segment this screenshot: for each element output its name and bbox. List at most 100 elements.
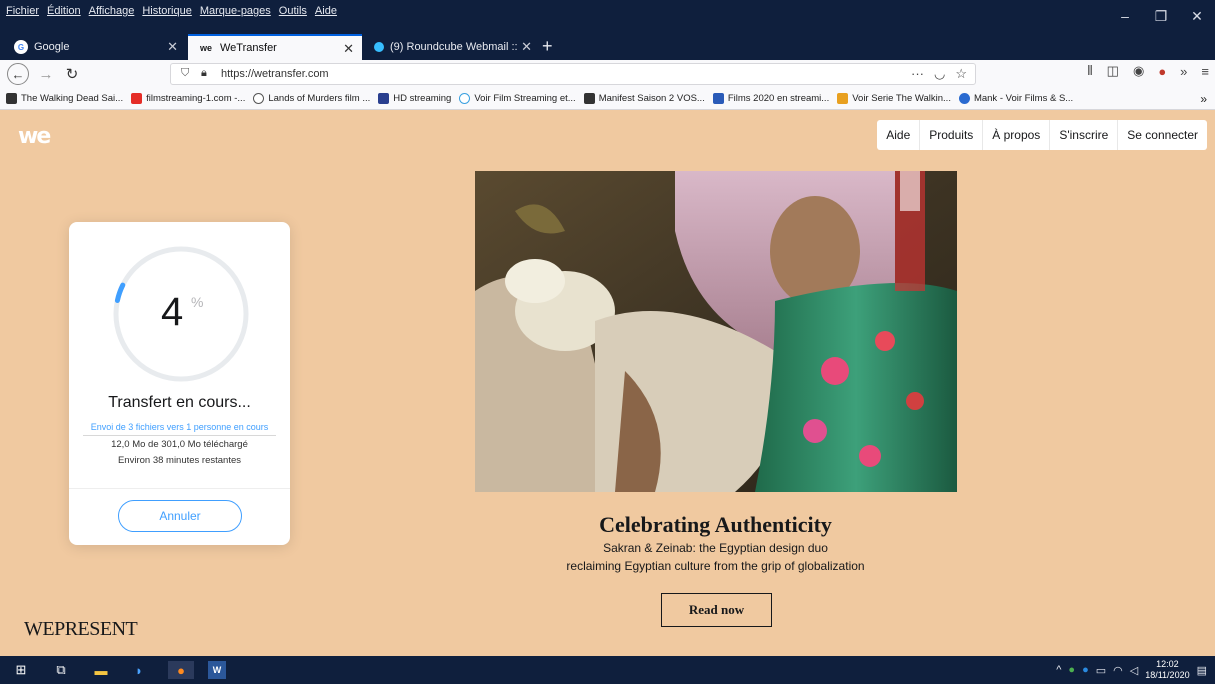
wepresent-logo[interactable]: WEPRESENT (24, 618, 138, 641)
transfer-size: 12,0 Mo de 301,0 Mo téléchargé (111, 439, 248, 450)
task-view-icon[interactable]: ⧉ (52, 661, 70, 679)
menu-bar: Fichier Édition Affichage Historique Mar… (6, 5, 337, 17)
menu-affichage[interactable]: Affichage (89, 5, 135, 17)
bookmark-favicon-icon (837, 93, 849, 104)
percent-sign: % (191, 294, 204, 310)
nav-sinscrire[interactable]: S'inscrire (1049, 120, 1117, 150)
tray-chevron-icon[interactable]: ^ (1056, 664, 1061, 676)
transfer-time-left: Environ 38 minutes restantes (117, 455, 242, 466)
title-bar: Fichier Édition Affichage Historique Mar… (0, 0, 1215, 32)
library-icon[interactable]: ⫴ (1087, 63, 1092, 79)
tab-label: (9) Roundcube Webmail :: Boîte (390, 41, 520, 53)
toolbar-right: ⫴ ◫ ◉ ● » ≡ (1087, 63, 1209, 79)
nav-se-connecter[interactable]: Se connecter (1117, 120, 1207, 150)
notifications-icon[interactable]: ▤ (1197, 664, 1207, 677)
bookmark-item[interactable]: Lands of Murders film ... (253, 93, 370, 104)
extension-icon[interactable]: ● (1158, 64, 1166, 79)
globe-icon (253, 93, 265, 104)
bookmark-favicon-icon (958, 93, 970, 104)
menu-aide[interactable]: Aide (315, 5, 337, 17)
edge-icon[interactable]: ◗ (130, 661, 148, 679)
windows-start-icon[interactable]: ⊞ (12, 661, 30, 679)
hero-image[interactable] (475, 171, 957, 492)
bookmarks-overflow-icon[interactable]: » (1200, 92, 1207, 106)
pocket-icon[interactable]: ◡ (934, 66, 945, 82)
tab-label: Google (34, 41, 70, 53)
word-icon[interactable]: W (208, 661, 226, 679)
close-icon[interactable]: ✕ (521, 39, 532, 55)
nav-aide[interactable]: Aide (877, 120, 919, 150)
security-icon[interactable]: ● (1068, 664, 1075, 676)
close-icon[interactable]: ✕ (167, 39, 178, 55)
bookmark-item[interactable]: filmstreaming-1.com -... (131, 93, 245, 104)
taskbar: ⊞ ⧉ ▬ ◗ ● W ^ ● ● ▭ ◠ ◁ 12:02 18/11/2020… (0, 656, 1215, 684)
hamburger-menu-icon[interactable]: ≡ (1201, 64, 1209, 79)
bookmark-favicon-icon (131, 93, 143, 104)
tab-strip: G Google ✕ we WeTransfer ✕ (9) Roundcube… (0, 32, 1215, 60)
tab-roundcube[interactable]: (9) Roundcube Webmail :: Boîte ✕ (364, 34, 540, 60)
forward-button[interactable]: → (34, 63, 58, 85)
tab-google[interactable]: G Google ✕ (4, 34, 186, 60)
lock-icon[interactable]: 🔒︎ (201, 67, 207, 80)
menu-marque-pages[interactable]: Marque-pages (200, 5, 271, 17)
feature-subtitle-line2: reclaiming Egyptian culture from the gri… (566, 559, 865, 573)
bookmark-item[interactable]: Voir Serie The Walkin... (837, 93, 951, 104)
menu-edition[interactable]: Édition (47, 5, 81, 17)
close-icon[interactable]: ✕ (343, 41, 354, 57)
bookmark-favicon-icon (459, 93, 471, 104)
page-actions-icon[interactable]: ··· (911, 66, 924, 82)
minimize-button[interactable]: – (1107, 0, 1143, 32)
tab-label: WeTransfer (220, 42, 277, 54)
divider (69, 488, 290, 489)
bookmark-item[interactable]: Manifest Saison 2 VOS... (583, 93, 705, 104)
transfer-title: Transfert en cours... (108, 394, 251, 411)
bookmark-item[interactable]: Voir Film Streaming et... (459, 93, 576, 104)
tab-wetransfer[interactable]: we WeTransfer ✕ (188, 34, 362, 60)
bookmark-favicon-icon (378, 93, 390, 104)
url-text[interactable]: https://wetransfer.com (221, 68, 329, 80)
nav-a-propos[interactable]: À propos (982, 120, 1049, 150)
account-icon[interactable]: ◉ (1133, 63, 1144, 79)
firefox-icon[interactable]: ● (168, 661, 194, 679)
system-tray: ^ ● ● ▭ ◠ ◁ 12:02 18/11/2020 ▤ (1056, 659, 1207, 681)
new-tab-button[interactable]: + (542, 36, 553, 57)
google-icon: G (14, 40, 28, 54)
read-now-button[interactable]: Read now (661, 593, 772, 627)
restore-button[interactable]: ❐ (1143, 0, 1179, 32)
wetransfer-logo[interactable]: we (18, 124, 51, 149)
bookmark-item[interactable]: The Walking Dead Sai... (6, 93, 123, 104)
overflow-menu-icon[interactable]: » (1180, 64, 1187, 79)
hero-photo (475, 171, 957, 492)
bookmark-item[interactable]: HD streaming (378, 93, 451, 104)
clock-time: 12:02 (1156, 659, 1179, 669)
file-explorer-icon[interactable]: ▬ (92, 661, 110, 679)
volume-icon[interactable]: ◁ (1130, 664, 1138, 677)
url-bar[interactable]: ⛉ 🔒︎ https://wetransfer.com ··· ◡ ☆ (170, 63, 976, 85)
menu-fichier[interactable]: Fichier (6, 5, 39, 17)
bookmarks-bar: The Walking Dead Sai... filmstreaming-1.… (0, 88, 1215, 110)
transfer-panel: 4 % Transfert en cours... Envoi de 3 fic… (69, 222, 290, 545)
close-window-button[interactable]: ✕ (1179, 0, 1215, 32)
sidebar-icon[interactable]: ◫ (1107, 63, 1119, 79)
menu-outils[interactable]: Outils (279, 5, 307, 17)
transfer-details-link[interactable]: Envoi de 3 fichiers vers 1 personne en c… (69, 422, 290, 432)
bookmark-item[interactable]: Films 2020 en streami... (712, 93, 829, 104)
shield-icon[interactable]: ⛉ (181, 67, 189, 80)
bookmark-star-icon[interactable]: ☆ (955, 66, 967, 82)
clock[interactable]: 12:02 18/11/2020 (1145, 659, 1189, 681)
roundcube-icon (374, 42, 384, 52)
divider (83, 435, 276, 436)
nav-produits[interactable]: Produits (919, 120, 982, 150)
wifi-icon[interactable]: ◠ (1113, 664, 1123, 677)
feature-subtitle-line1: Sakran & Zeinab: the Egyptian design duo (603, 541, 828, 555)
reload-button[interactable]: ↻ (60, 63, 84, 85)
bookmark-item[interactable]: Mank - Voir Films & S... (958, 93, 1073, 104)
back-button[interactable]: ← (7, 63, 29, 85)
menu-historique[interactable]: Historique (142, 5, 192, 17)
bluetooth-icon[interactable]: ● (1082, 664, 1089, 676)
navigation-bar: ← → ↻ ⛉ 🔒︎ https://wetransfer.com ··· ◡ … (0, 60, 1215, 88)
feature-title[interactable]: Celebrating Authenticity (0, 512, 1215, 538)
window-controls: – ❐ ✕ (1107, 0, 1215, 32)
network-icon[interactable]: ▭ (1096, 664, 1106, 677)
bookmark-favicon-icon (583, 93, 595, 104)
